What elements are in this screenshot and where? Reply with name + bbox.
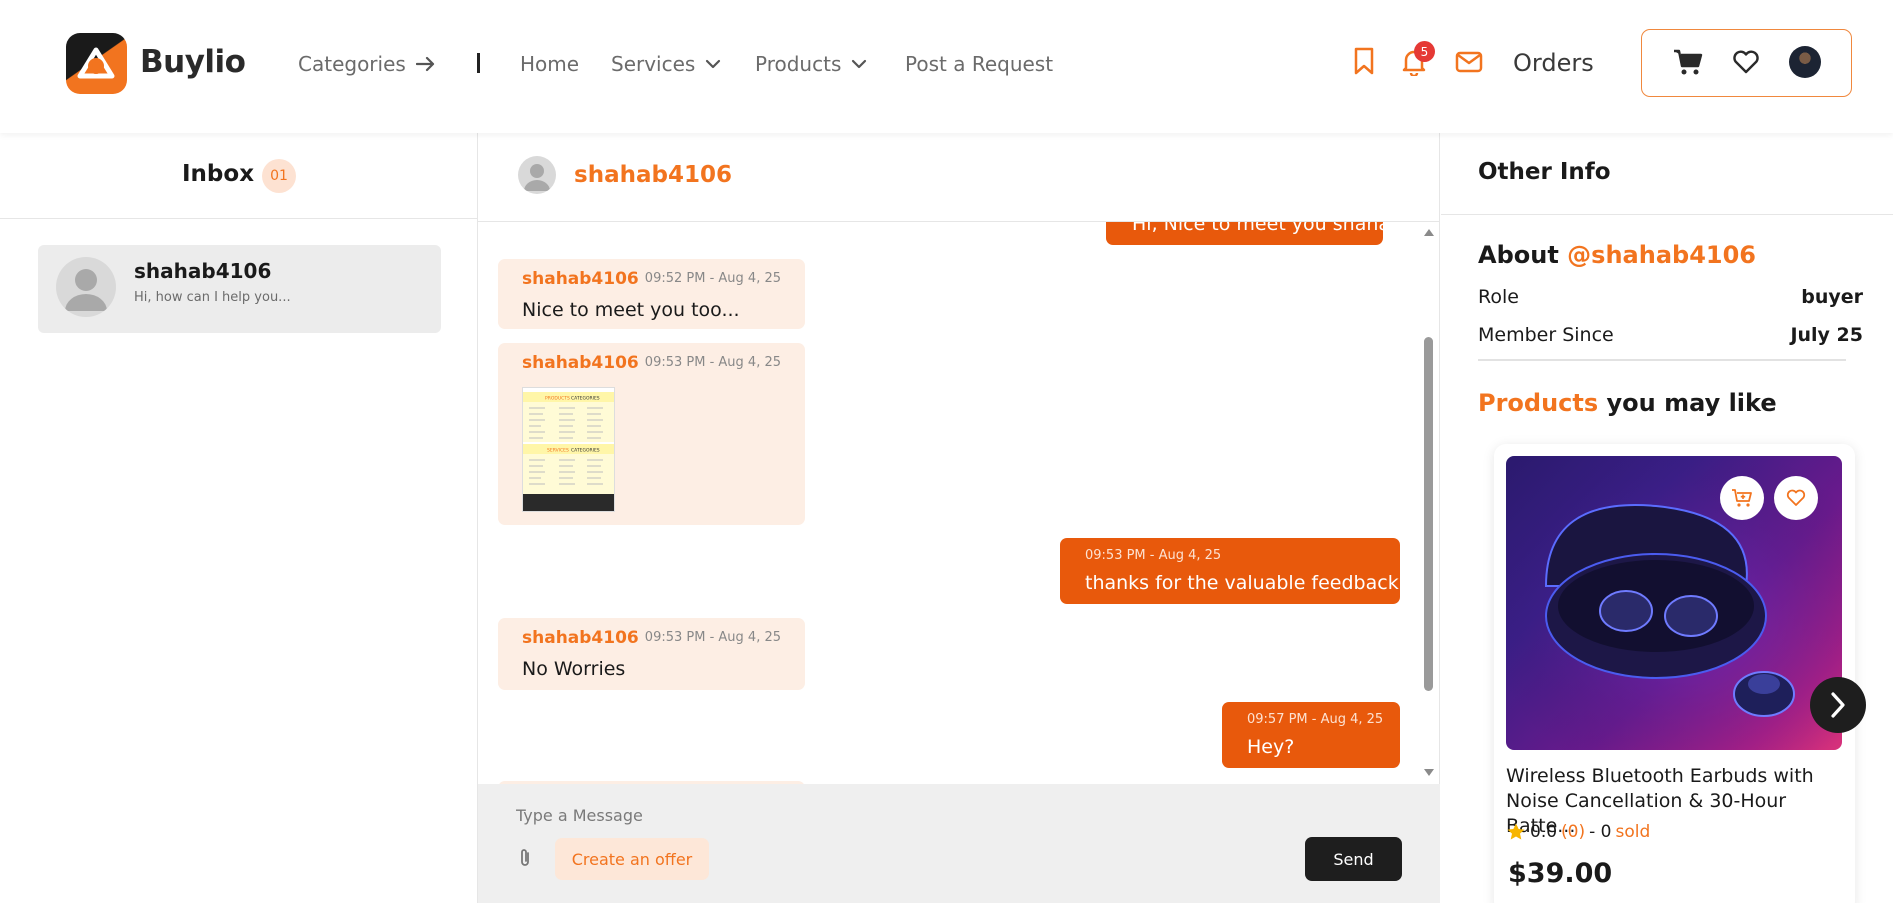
message-time: 09:57 PM - Aug 4, 25 [1247,712,1384,727]
wishlist-button[interactable] [1774,476,1818,520]
nav-home-label: Home [520,52,580,76]
conversation-name: shahab4106 [134,259,272,283]
chat-panel: shahab4106 Hi, Nice to meet you shahab s… [478,133,1440,903]
message-text: thanks for the valuable feedback [1085,572,1399,594]
message-incoming: shahab4106 09:53 PM - Aug 4, 25 No Worri… [498,618,805,690]
thumbnail-label-services: SERVICES [547,448,569,454]
message-text: No Worries [522,658,626,680]
user-icon [56,257,116,317]
review-count: (0) [1561,822,1586,842]
message-outgoing: 09:57 PM - Aug 4, 25 Hey? [1222,702,1400,768]
chevron-down-icon [706,59,721,69]
brand-name[interactable]: Buylio [140,44,246,80]
add-to-cart-button[interactable] [1720,476,1764,520]
logo[interactable] [66,33,127,94]
message-input[interactable] [516,800,1216,830]
inbox-title: Inbox [182,161,255,187]
message-text: Nice to meet you too... [522,299,740,321]
message-outgoing: Hi, Nice to meet you shahab [1106,222,1402,245]
message-incoming: shahab4106 09:53 PM - Aug 4, 25 PRODUCTS… [498,343,805,525]
about-handle[interactable]: @shahab4106 [1567,241,1756,269]
user-avatar[interactable] [1789,46,1821,78]
conversation-item[interactable]: shahab4106 Hi, how can I help you... [38,245,441,333]
mail-icon[interactable] [1455,51,1483,73]
chat-scrollbar-thumb[interactable] [1424,337,1433,691]
member-since-label: Member Since [1478,324,1614,346]
arrow-right-icon [415,56,434,72]
about-heading: About @shahab4106 [1478,241,1756,269]
nav-post-request-label: Post a Request [905,52,1054,76]
product-rating: 0.0 (0) - 0 sold [1506,822,1650,842]
top-header: Buylio Categories Home Services Products… [0,0,1893,133]
other-info-header: Other Info [1441,133,1893,215]
role-value: buyer [1801,286,1863,308]
products-you-may-like-heading: Products you may like [1478,389,1777,417]
message-sender: shahab4106 [522,353,639,373]
message-composer: Create an offer Send [478,784,1440,903]
thumbnail-label-categories: CATEGORIES [571,448,600,454]
about-prefix: About [1478,241,1559,269]
scroll-up-arrow[interactable] [1422,226,1436,238]
other-info-title: Other Info [1478,159,1611,185]
products-rest: you may like [1598,389,1777,417]
bookmark-icon[interactable] [1353,47,1375,75]
chat-header: shahab4106 [478,133,1440,222]
carousel-next-button[interactable] [1810,677,1866,733]
inbox-header: Inbox 01 [0,133,478,219]
nav-categories-label: Categories [298,52,406,76]
message-outgoing: 09:53 PM - Aug 4, 25 thanks for the valu… [1060,538,1400,604]
message-text: Hi, Nice to meet you shahab [1132,222,1403,235]
sold-label: sold [1615,822,1651,842]
thumbnail-label-products: PRODUCTS [545,396,570,402]
product-card[interactable]: Wireless Bluetooth Earbuds with Noise Ca… [1494,444,1855,903]
heart-icon [1786,489,1806,506]
rating-value: 0.0 [1530,822,1558,842]
products-word: Products [1478,389,1599,417]
user-icon [518,156,556,194]
heart-icon[interactable] [1732,50,1760,74]
message-time: 09:53 PM - Aug 4, 25 [1085,548,1222,563]
send-button[interactable]: Send [1305,837,1402,881]
thumbnail-label-categories: CATEGORIES [571,396,600,402]
member-since-value: July 25 [1790,324,1863,346]
nav-products-label: Products [755,52,842,76]
sold-count: - 0 [1589,822,1612,842]
chat-contact-name[interactable]: shahab4106 [574,162,732,188]
message-time: 09:52 PM - Aug 4, 25 [644,271,781,286]
inbox-panel: Inbox 01 shahab4106 Hi, how can I help y… [0,133,478,903]
nav-services-label: Services [611,52,696,76]
product-price: $39.00 [1508,858,1613,889]
app-root: Buylio Categories Home Services Products… [0,0,1893,903]
nav-home[interactable]: Home [520,52,579,76]
chevron-right-icon [1831,692,1845,718]
product-image[interactable] [1506,456,1842,750]
message-time: 09:53 PM - Aug 4, 25 [644,355,781,370]
scroll-down-arrow[interactable] [1422,767,1436,779]
message-time: 09:53 PM - Aug 4, 25 [644,630,781,645]
message-image-attachment[interactable]: PRODUCTS CATEGORIES SERVICES CATEGORIES [522,387,615,512]
message-text: Hey? [1247,736,1295,758]
nav-post-request[interactable]: Post a Request [905,52,1053,76]
cart-icon[interactable] [1673,48,1703,76]
star-icon [1507,823,1525,840]
inbox-count-badge: 01 [262,159,296,193]
role-label: Role [1478,286,1519,308]
paperclip-icon[interactable] [518,847,532,869]
nav-products[interactable]: Products [755,52,867,76]
create-offer-button[interactable]: Create an offer [555,838,709,880]
add-to-cart-icon [1732,489,1752,507]
nav-services[interactable]: Services [611,52,721,76]
nav-categories[interactable]: Categories [298,52,436,76]
message-sender: shahab4106 [522,628,639,648]
conversation-preview: Hi, how can I help you... [134,290,291,305]
message-incoming: shahab4106 09:52 PM - Aug 4, 25 Nice to … [498,259,805,329]
chevron-down-icon [852,59,867,69]
other-info-panel: Other Info About @shahab4106 Role buyer … [1441,133,1893,903]
orders-link[interactable]: Orders [1513,49,1594,77]
message-sender: shahab4106 [522,269,639,289]
divider [1478,359,1846,361]
nav-separator [477,53,480,73]
notification-badge: 5 [1414,41,1435,62]
